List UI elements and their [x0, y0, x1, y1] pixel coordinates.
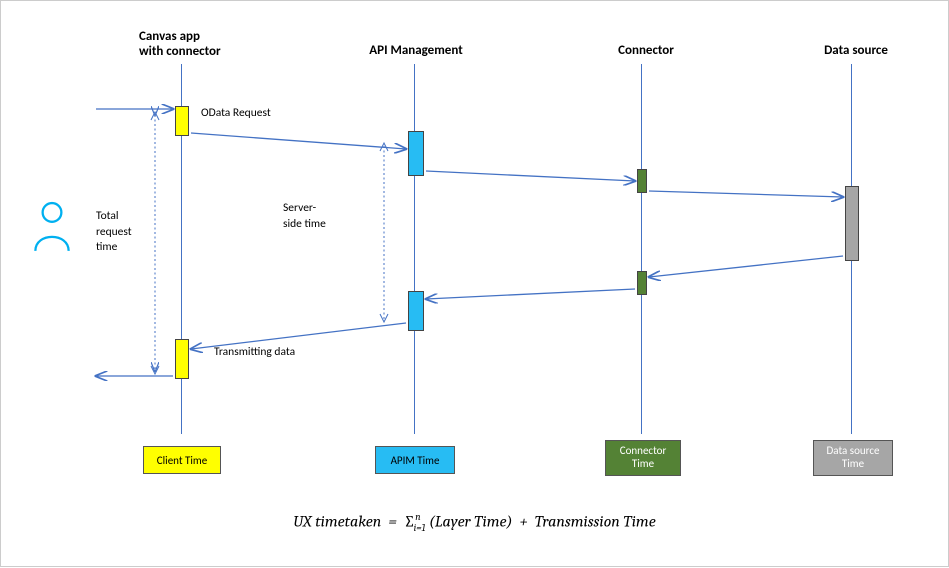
- box-apim-time: APIM Time: [375, 446, 455, 474]
- header-api-mgmt: API Management: [356, 43, 476, 58]
- diagram-frame: Canvas app with connector API Management…: [0, 0, 949, 567]
- box-text: APIM Time: [391, 454, 440, 467]
- header-text: API Management: [369, 43, 462, 58]
- label-text: request: [96, 225, 132, 239]
- box-text: Data sourceTime: [827, 445, 880, 470]
- box-text: ConnectorTime: [620, 445, 667, 470]
- box-text: Client Time: [157, 454, 207, 467]
- activation-connector-response: [637, 271, 647, 295]
- activation-apim-request: [408, 131, 424, 176]
- label-text: Total: [96, 209, 119, 223]
- label-text: time: [96, 240, 117, 254]
- header-text: Data source: [824, 43, 888, 58]
- arrow-connector-to-datasource: [649, 191, 843, 197]
- header-text: Connector: [618, 43, 674, 58]
- header-text: with connector: [139, 44, 221, 59]
- header-data-source: Data source: [806, 43, 906, 58]
- box-client-time: Client Time: [143, 446, 221, 474]
- arrow-apim-to-connector: [426, 171, 635, 181]
- activation-connector-request: [637, 169, 647, 193]
- formula-lhs: UX timetaken: [293, 512, 381, 530]
- header-canvas-app: Canvas app with connector: [139, 29, 279, 59]
- label-total-request-time: Total request time: [96, 209, 132, 256]
- formula-term1: (Layer Time): [429, 512, 512, 530]
- formula-eq: =: [388, 512, 397, 530]
- box-datasource-time: Data sourceTime: [813, 440, 893, 476]
- lifeline-apim: [414, 64, 415, 434]
- header-text: Canvas app: [139, 29, 200, 44]
- person-icon: [31, 201, 73, 258]
- box-connector-time: ConnectorTime: [605, 440, 681, 476]
- arrow-client-to-apim: [191, 133, 406, 149]
- formula-sigma-lower: i=1: [414, 522, 426, 534]
- label-server-side-time: Server- side time: [283, 201, 326, 232]
- arrows-layer: [1, 1, 949, 568]
- activation-client-response: [175, 339, 189, 379]
- label-text: side time: [283, 217, 326, 231]
- label-text: Server-: [283, 201, 316, 215]
- label-odata-request: OData Request: [201, 106, 271, 120]
- activation-client-request: [175, 106, 189, 136]
- formula: UX timetaken = ∑ni=1 (Layer Time) + Tran…: [1, 511, 948, 534]
- formula-term2: Transmission Time: [535, 512, 656, 530]
- label-transmitting-data: Transmitting data: [214, 345, 295, 359]
- activation-datasource: [845, 186, 859, 261]
- formula-plus: +: [519, 512, 527, 530]
- lifeline-connector: [641, 64, 642, 434]
- activation-apim-response: [408, 291, 424, 331]
- arrow-connector-to-apim: [426, 289, 635, 299]
- header-connector: Connector: [601, 43, 691, 58]
- arrow-datasource-to-connector: [649, 256, 843, 277]
